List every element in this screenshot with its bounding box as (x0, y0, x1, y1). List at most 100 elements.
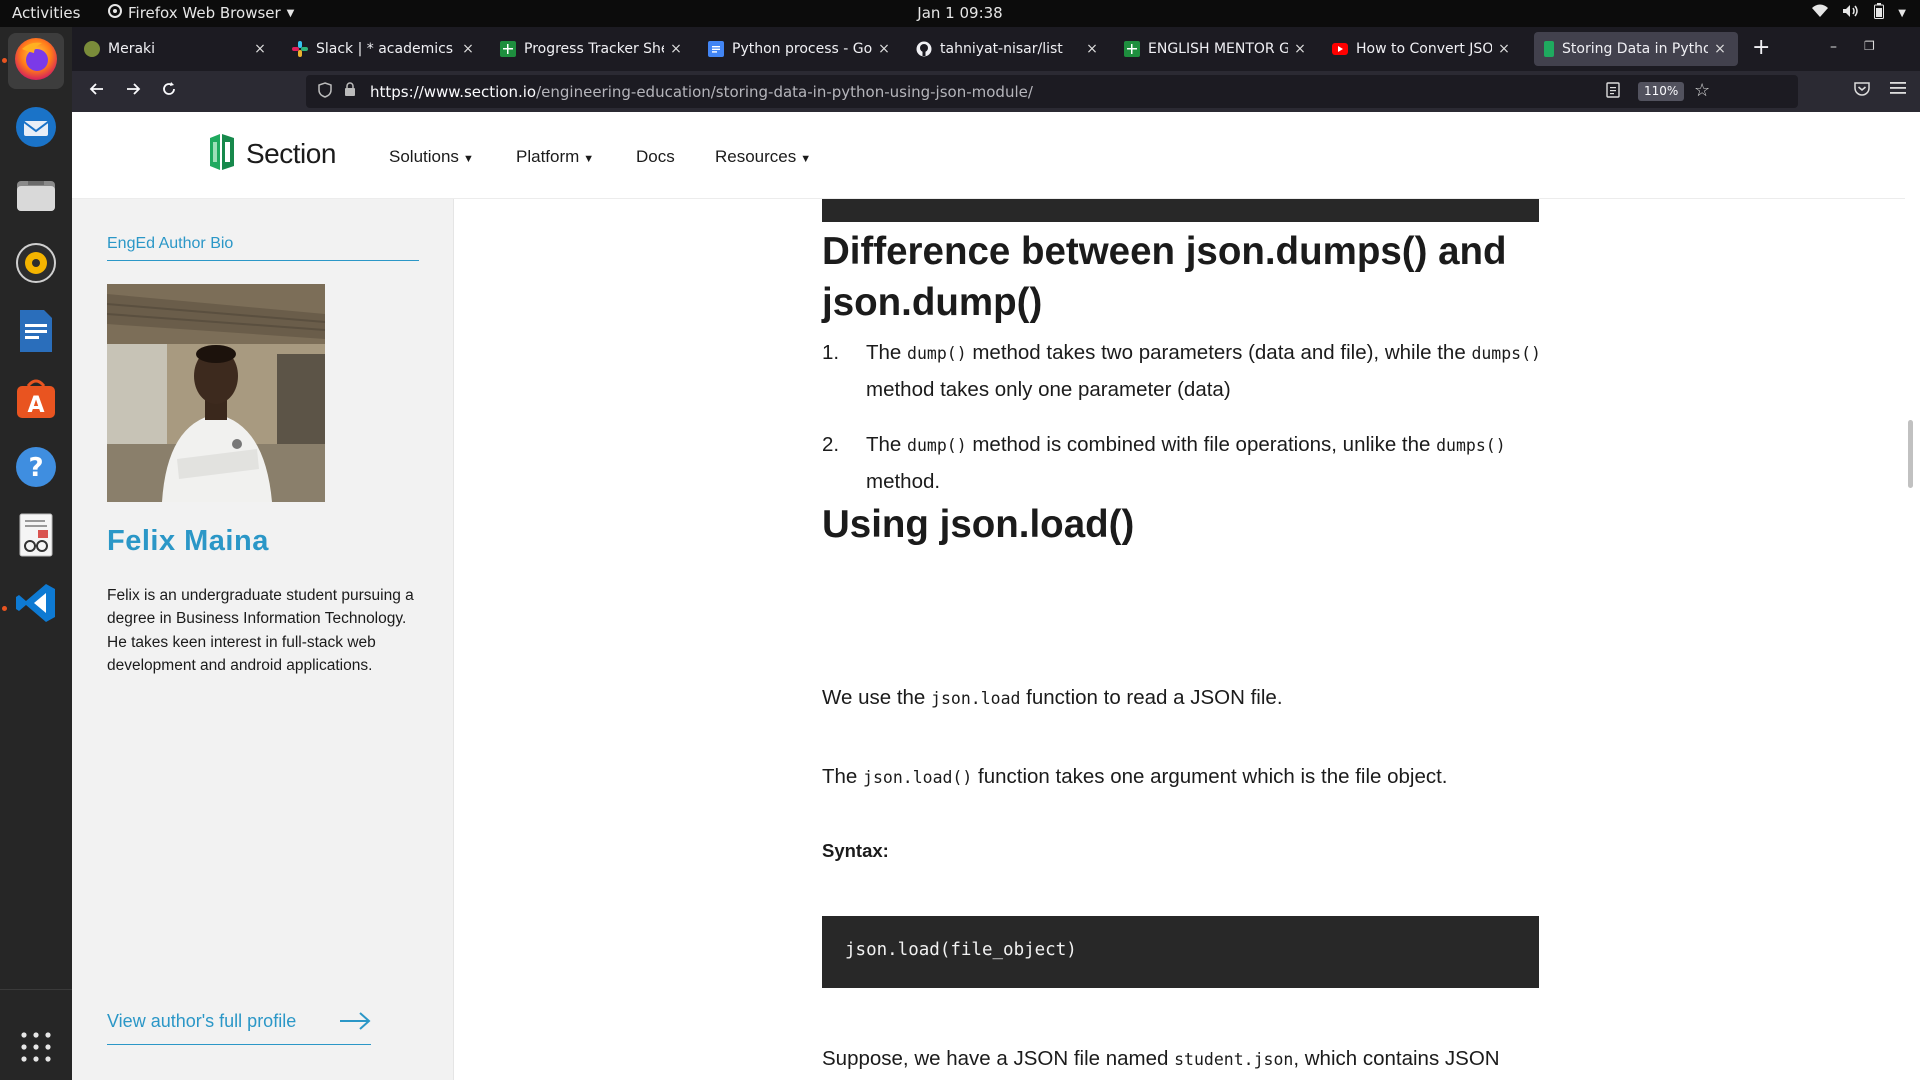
close-icon[interactable]: × (1084, 41, 1100, 57)
arrow-right-icon (339, 1011, 371, 1036)
tracking-protection-shield-icon[interactable] (318, 82, 332, 102)
youtube-icon (1332, 43, 1348, 55)
tab-title: Progress Tracker Sheet (524, 41, 664, 57)
tab-title: Meraki (108, 41, 156, 57)
url-text[interactable]: https://www.section.io/engineering-educa… (370, 83, 1033, 101)
caret-down-icon: ▼ (583, 153, 595, 165)
volume-icon (1842, 4, 1860, 22)
close-icon[interactable]: × (460, 41, 476, 57)
text: The (866, 341, 908, 364)
text: function takes one argument which is the… (972, 765, 1448, 788)
close-icon[interactable]: × (1292, 41, 1308, 57)
article-content: Difference between json.dumps() and json… (455, 199, 1905, 1080)
text: method takes only one parameter (data) (866, 378, 1231, 401)
dock-libreoffice-writer[interactable] (8, 305, 64, 361)
text: Suppose, we have a JSON file named (822, 1047, 1175, 1070)
view-profile-link[interactable]: View author's full profile (107, 1011, 371, 1045)
battery-icon (1874, 3, 1885, 23)
tab-progress-tracker[interactable]: Progress Tracker Sheet × (490, 32, 694, 66)
vscode-icon (14, 581, 58, 629)
section-icon (1544, 41, 1554, 57)
dock-software-center[interactable]: A (8, 373, 64, 429)
tab-slack[interactable]: Slack | * academics | N × (282, 32, 486, 66)
close-icon[interactable]: × (1496, 41, 1512, 57)
inline-code: dumps() (1471, 344, 1541, 363)
app-menu[interactable]: Firefox Web Browser ▼ (108, 4, 294, 22)
close-icon[interactable]: × (1712, 41, 1728, 57)
close-icon[interactable]: × (876, 41, 892, 57)
text: The (866, 433, 908, 456)
nav-resources[interactable]: Resources ▼ (715, 147, 811, 167)
tab-github[interactable]: tahniyat-nisar/list × (906, 32, 1110, 66)
back-button[interactable] (84, 79, 110, 105)
reload-button[interactable] (156, 79, 182, 105)
dock-document-viewer[interactable] (8, 509, 64, 565)
author-sidebar: EngEd Author Bio Felix Maina Felix is an… (72, 199, 454, 1080)
zoom-level-button[interactable]: 110% (1638, 82, 1685, 101)
nav-label: Solutions (389, 147, 459, 166)
list-item: 1. The dump() method takes two parameter… (822, 335, 1542, 408)
tab-youtube[interactable]: How to Convert JSON × (1322, 32, 1522, 66)
dock: A ? (0, 27, 72, 1080)
bookmark-star-icon[interactable]: ☆ (1694, 80, 1710, 101)
files-icon (14, 173, 58, 221)
minimize-icon[interactable]: – (1830, 39, 1837, 55)
dock-help[interactable]: ? (8, 441, 64, 497)
tab-python-process[interactable]: Python process - Goog × (698, 32, 902, 66)
page-scrollbar-thumb[interactable] (1908, 420, 1913, 488)
browser-tab-bar: Meraki × Slack | * academics | N × Progr… (72, 27, 1920, 71)
tab-title: Python process - Goog (732, 41, 872, 57)
restore-icon[interactable]: ❐ (1864, 39, 1875, 53)
nav-solutions[interactable]: Solutions ▼ (389, 147, 474, 167)
inline-code: json.load() (863, 768, 973, 787)
clock[interactable]: Jan 1 09:38 (917, 4, 1002, 22)
hamburger-menu-icon[interactable] (1890, 79, 1906, 100)
reader-view-icon[interactable] (1606, 82, 1620, 102)
pocket-icon[interactable] (1854, 81, 1870, 100)
url-path: /engineering-education/storing-data-in-p… (536, 83, 1033, 101)
author-name[interactable]: Felix Maina (107, 525, 269, 558)
document-viewer-icon (16, 512, 56, 562)
tab-title: ENGLISH MENTOR GRO (1148, 41, 1288, 57)
text: , which contains JSON (1293, 1047, 1500, 1070)
nav-docs[interactable]: Docs (636, 147, 675, 167)
app-name: Firefox Web Browser (128, 4, 281, 22)
tab-title: How to Convert JSON (1356, 41, 1492, 57)
dock-files[interactable] (8, 169, 64, 225)
inline-code: dump() (907, 436, 967, 455)
url-bar[interactable]: https://www.section.io/engineering-educa… (306, 75, 1798, 108)
system-top-bar: Activities Firefox Web Browser ▼ Jan 1 0… (0, 0, 1920, 27)
inline-code: student.json (1174, 1050, 1294, 1069)
help-icon: ? (13, 444, 59, 494)
site-header: Section Solutions ▼ Platform ▼ Docs Resour… (72, 112, 1905, 199)
dock-show-applications[interactable] (8, 1021, 64, 1077)
svg-text:A: A (27, 393, 44, 418)
rhythmbox-icon (14, 241, 58, 289)
dock-firefox[interactable] (8, 33, 64, 89)
tab-meraki[interactable]: Meraki × (74, 32, 278, 66)
nav-platform[interactable]: Platform ▼ (516, 147, 594, 167)
software-center-icon: A (13, 376, 59, 426)
dock-rhythmbox[interactable] (8, 237, 64, 293)
tab-storing-data-active[interactable]: Storing Data in Python × (1534, 32, 1738, 66)
lock-icon[interactable] (344, 82, 356, 101)
tab-english-mentor[interactable]: ENGLISH MENTOR GRO × (1114, 32, 1318, 66)
dock-thunderbird[interactable] (8, 101, 64, 157)
meraki-icon (84, 41, 100, 57)
sheets-icon (1124, 41, 1140, 57)
close-icon[interactable]: × (668, 41, 684, 57)
dock-vscode[interactable] (8, 577, 64, 633)
system-tray[interactable]: ▼ (1812, 3, 1906, 23)
code-block: json.load(file_object) (822, 916, 1539, 988)
caret-down-icon: ▼ (462, 153, 474, 165)
close-icon[interactable]: × (252, 41, 268, 57)
forward-button[interactable] (120, 79, 146, 105)
new-tab-button[interactable]: + (1752, 37, 1770, 59)
slack-icon (292, 41, 308, 57)
tab-title: tahniyat-nisar/list (940, 41, 1063, 57)
section-logo[interactable]: Section (208, 132, 336, 176)
text: The (822, 765, 864, 788)
activities-button[interactable]: Activities (12, 4, 80, 22)
section-logo-icon (208, 132, 236, 176)
writer-icon (16, 308, 56, 358)
